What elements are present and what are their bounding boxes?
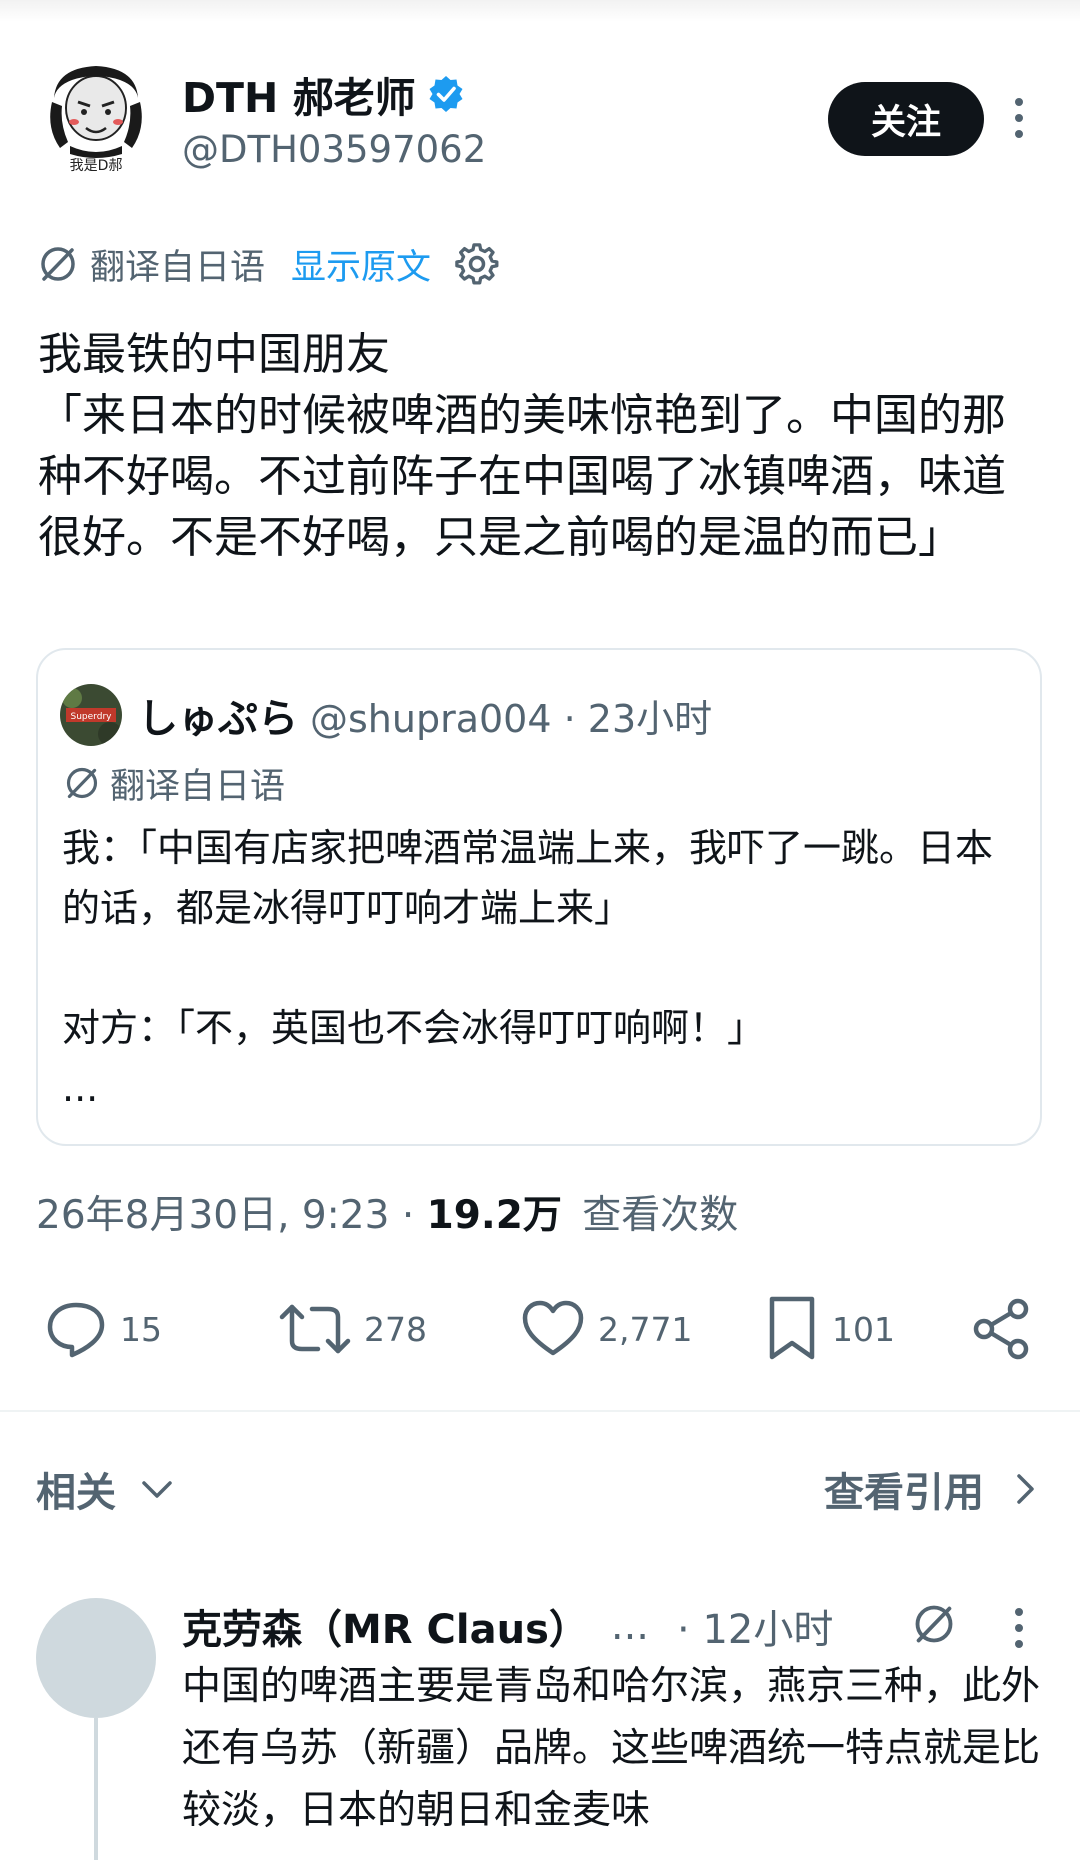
reply-thread-line	[94, 1718, 98, 1860]
retweet-count: 278	[364, 1309, 427, 1349]
view-quotes-link[interactable]: 查看引用	[824, 1460, 1044, 1518]
bookmark-button[interactable]: 101	[764, 1290, 895, 1368]
reply-text: 中国的啤酒主要是青岛和哈尔滨，燕京三种，此外还有乌苏（新疆）品牌。这些啤酒统一特…	[182, 1664, 1041, 1833]
translated-from-label: 翻译自日语	[90, 247, 266, 288]
reply-button[interactable]: 15	[44, 1290, 162, 1368]
reply-author-avatar[interactable]	[36, 1598, 156, 1718]
more-options-icon[interactable]	[1012, 98, 1026, 138]
view-quotes-label: 查看引用	[824, 1470, 984, 1516]
translate-icon	[41, 247, 75, 281]
reply-icon	[47, 1302, 105, 1358]
share-icon	[973, 1298, 1029, 1360]
tweet-timestamp[interactable]: 26年8月30日, 9:23	[36, 1193, 389, 1238]
quoted-header: しゅぷら @shupra004 · 23小时	[138, 684, 712, 746]
reply-name-ellipsis: ...	[610, 1603, 650, 1649]
quoted-author-avatar[interactable]: Superdry	[60, 684, 122, 746]
views-label: 查看次数	[582, 1193, 739, 1238]
show-original-link[interactable]: 显示原文	[291, 239, 431, 290]
quoted-translated-from-label: 翻译自日语	[110, 766, 286, 807]
dot-separator: ·	[401, 1193, 427, 1238]
retweet-icon	[279, 1304, 351, 1354]
section-divider	[0, 1410, 1080, 1412]
reply-count: 15	[120, 1309, 162, 1349]
retweet-button[interactable]: 278	[278, 1290, 427, 1368]
views-count: 19.2万	[426, 1193, 562, 1238]
quoted-display-name[interactable]: しゅぷら	[138, 686, 298, 744]
quoted-avatar-text: Superdry	[71, 712, 113, 722]
settings-gear-icon[interactable]	[455, 242, 499, 286]
tweet-actions-bar: 15 278 2,771 101	[0, 1290, 1080, 1368]
author-name-text: DTH 郝老师	[182, 74, 416, 122]
translate-icon	[66, 767, 98, 799]
translation-row: 翻译自日语 显示原文	[38, 236, 499, 292]
related-label: 相关	[36, 1470, 116, 1516]
avatar-caption: 我是D郝	[70, 158, 123, 174]
author-avatar[interactable]: 我是D郝	[36, 58, 156, 178]
chevron-right-icon	[1017, 1474, 1034, 1504]
tweet-text: 我最铁的中国朋友 「来日本的时候被啤酒的美味惊艳到了。中国的那种不好喝。不过前阵…	[38, 329, 1006, 563]
chevron-down-icon	[142, 1481, 172, 1498]
like-button[interactable]: 2,771	[520, 1290, 692, 1368]
tweet-timestamp-views: 26年8月30日, 9:23 · 19.2万 查看次数	[36, 1184, 738, 1240]
reply-time[interactable]: · 12小时	[677, 1597, 833, 1655]
translate-icon[interactable]	[912, 1602, 956, 1646]
reply-more-options-icon[interactable]	[1012, 1608, 1026, 1648]
reply-display-name[interactable]: 克劳森（MR Claus）	[182, 1597, 589, 1655]
reply-header: 克劳森（MR Claus） ... · 12小时	[182, 1597, 833, 1655]
quoted-tweet-card[interactable]: Superdry しゅぷら @shupra004 · 23小时 翻译自日语 我：…	[36, 648, 1042, 1146]
verified-badge-icon	[429, 76, 463, 112]
follow-button[interactable]: 关注	[828, 82, 984, 156]
share-button[interactable]	[970, 1290, 1034, 1368]
like-heart-icon	[522, 1300, 584, 1356]
author-display-name[interactable]: DTH 郝老师	[182, 64, 466, 124]
related-dropdown[interactable]: 相关	[36, 1460, 176, 1518]
author-handle[interactable]: @DTH03597062	[182, 128, 486, 171]
quoted-handle-time: @shupra004 · 23小时	[310, 696, 713, 741]
top-fade	[0, 0, 1080, 22]
quoted-translation-row: 翻译自日语	[64, 758, 285, 808]
bookmark-icon	[769, 1296, 815, 1360]
bookmark-count: 101	[832, 1309, 895, 1349]
quoted-tweet-text: 我：「中国有店家把啤酒常温端上来，我吓了一跳。日本的话，都是冰得叮叮响才端上来」…	[62, 826, 994, 1110]
like-count: 2,771	[598, 1309, 693, 1349]
